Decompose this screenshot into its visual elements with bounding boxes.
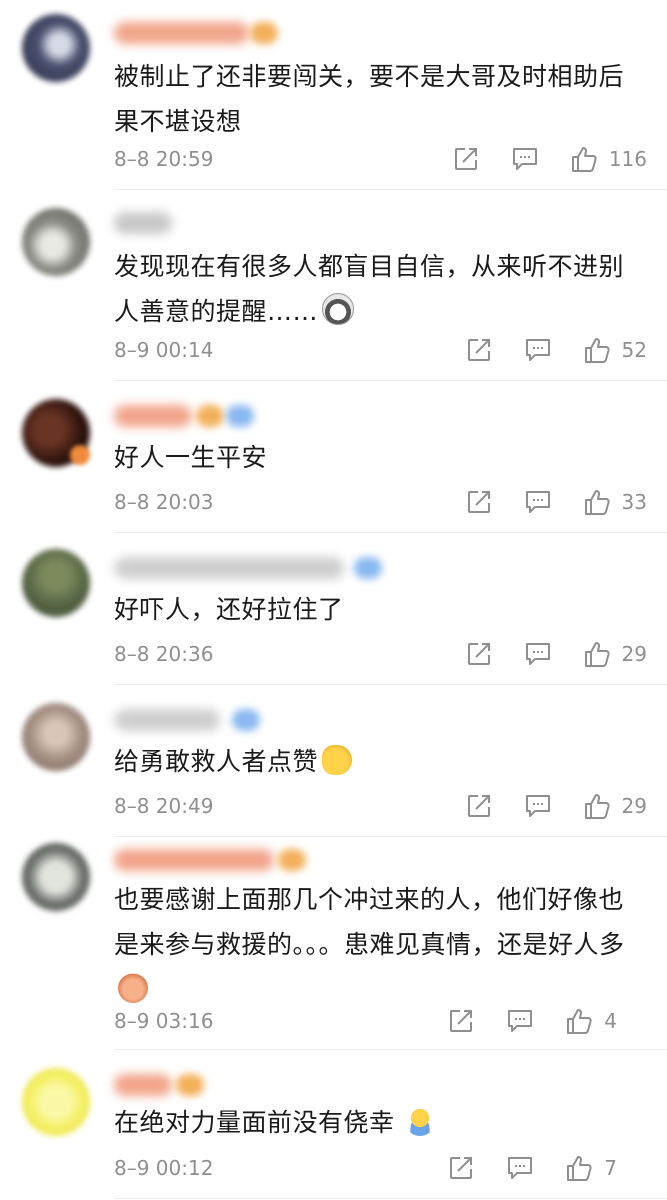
member-badge <box>176 1074 204 1096</box>
share-icon[interactable] <box>453 144 479 174</box>
like-button[interactable]: 7 <box>566 1153 617 1183</box>
like-count: 7 <box>604 1156 617 1180</box>
comment-time: 8–8 20:59 <box>114 147 214 171</box>
comment-text: 好人一生平安 <box>114 443 268 472</box>
thumbs-up-icon <box>567 1009 592 1034</box>
avatar[interactable] <box>22 549 90 617</box>
member-badge <box>196 405 224 427</box>
thumbs-up-icon <box>584 490 610 515</box>
username[interactable] <box>114 557 344 579</box>
comment-icon[interactable] <box>525 487 551 517</box>
comment-time: 8–8 20:49 <box>114 794 214 818</box>
comment-meta: 8–8 20:36 29 <box>114 639 647 669</box>
like-count: 52 <box>621 338 647 362</box>
comment-time: 8–9 00:12 <box>114 1156 214 1180</box>
username[interactable] <box>114 405 192 427</box>
comment-icon[interactable] <box>512 144 538 174</box>
thumbs-up-icon <box>567 1156 592 1181</box>
comment-text: 在绝对力量面前没有侥幸 <box>114 1100 637 1145</box>
share-icon[interactable] <box>466 487 492 517</box>
share-icon[interactable] <box>466 791 492 821</box>
share-icon[interactable] <box>448 1006 474 1036</box>
like-count: 29 <box>621 794 647 818</box>
username[interactable] <box>114 849 274 871</box>
like-button[interactable]: 4 <box>566 1006 617 1036</box>
thumbs-up-icon <box>584 338 610 363</box>
avatar[interactable] <box>22 208 90 276</box>
praying-hands-emoji <box>118 973 148 1003</box>
username[interactable] <box>114 709 220 731</box>
username[interactable] <box>114 212 172 234</box>
comment-item: 被制止了还非要闯关，要不是大哥及时相助后果不堪设想 8–8 20:59 116 <box>0 0 667 190</box>
comment-item: 好吓人，还好拉住了 8–8 20:36 29 <box>0 533 667 685</box>
comment-meta: 8–9 03:16 4 <box>114 1006 647 1036</box>
comment-item: 好人一生平安 8–8 20:03 33 <box>0 381 667 533</box>
avatar[interactable] <box>22 703 90 771</box>
comment-icon[interactable] <box>525 791 551 821</box>
comment-item: 给勇敢救人者点赞 8–8 20:49 29 <box>0 685 667 837</box>
comment-text: 也要感谢上面那几个冲过来的人，他们好像也是来参与救援的。。。患难见真情，还是好人… <box>114 877 637 1012</box>
member-badge <box>250 22 278 44</box>
shrug-emoji <box>404 1106 435 1136</box>
divider <box>114 1198 667 1199</box>
like-button[interactable]: 29 <box>584 791 647 821</box>
comment-time: 8–9 00:14 <box>114 338 214 362</box>
verified-badge <box>354 557 382 579</box>
comment-text: 好吓人，还好拉住了 <box>114 595 344 624</box>
comment-time: 8–8 20:36 <box>114 642 214 666</box>
verified-badge <box>232 709 260 731</box>
member-badge <box>278 849 306 871</box>
like-button[interactable]: 29 <box>584 639 647 669</box>
like-button[interactable]: 116 <box>571 144 647 174</box>
share-icon[interactable] <box>448 1153 474 1183</box>
comment-meta: 8–8 20:49 29 <box>114 791 647 821</box>
comment-time: 8–9 03:16 <box>114 1009 214 1033</box>
username[interactable] <box>114 1074 172 1096</box>
avatar[interactable] <box>22 1068 90 1136</box>
comment-item: 发现现在有很多人都盲目自信，从来听不进别人善意的提醒…… 8–9 00:14 5… <box>0 190 667 381</box>
like-count: 116 <box>608 147 647 171</box>
thumbs-up-icon <box>584 642 610 667</box>
avatar[interactable] <box>22 843 90 911</box>
comment-text: 给勇敢救人者点赞 <box>114 739 637 784</box>
comment-item: 也要感谢上面那几个冲过来的人，他们好像也是来参与救援的。。。患难见真情，还是好人… <box>0 837 667 1050</box>
comment-text: 被制止了还非要闯关，要不是大哥及时相助后果不堪设想 <box>114 62 625 136</box>
comment-icon[interactable] <box>507 1153 533 1183</box>
like-count: 29 <box>621 642 647 666</box>
comment-meta: 8–9 00:12 7 <box>114 1153 647 1183</box>
comment-icon[interactable] <box>525 639 551 669</box>
like-button[interactable]: 33 <box>584 487 647 517</box>
like-count: 4 <box>604 1009 617 1033</box>
comment-meta: 8–9 00:14 52 <box>114 335 647 365</box>
like-button[interactable]: 52 <box>584 335 647 365</box>
avatar-badge <box>70 445 90 465</box>
comment-meta: 8–8 20:03 33 <box>114 487 647 517</box>
share-icon[interactable] <box>466 335 492 365</box>
verified-badge <box>226 405 254 427</box>
thumbs-up-icon <box>571 147 597 172</box>
comment-text: 发现现在有很多人都盲目自信，从来听不进别人善意的提醒…… <box>114 252 625 326</box>
avatar[interactable] <box>22 14 90 82</box>
thumbs-up-icon <box>584 794 610 819</box>
username[interactable] <box>114 22 249 44</box>
comment-item: 在绝对力量面前没有侥幸 8–9 00:12 7 <box>0 1050 667 1200</box>
comment-time: 8–8 20:03 <box>114 490 214 514</box>
like-count: 33 <box>621 490 647 514</box>
share-icon[interactable] <box>466 639 492 669</box>
husky-face-emoji <box>322 293 355 325</box>
comment-meta: 8–8 20:59 116 <box>114 144 647 174</box>
comment-icon[interactable] <box>525 335 551 365</box>
thumbs-up-emoji <box>322 745 353 775</box>
comment-icon[interactable] <box>507 1006 533 1036</box>
